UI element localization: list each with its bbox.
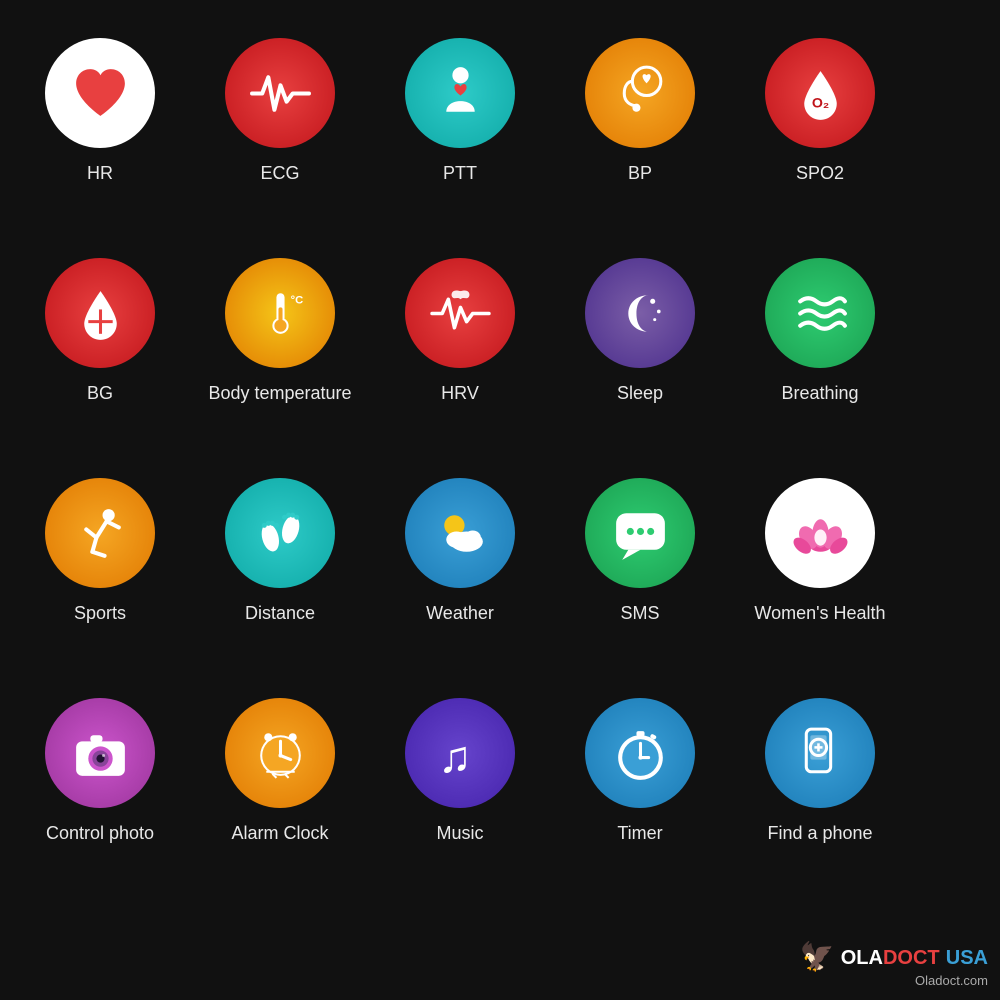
cell-photo: Control photo [10, 680, 190, 900]
timer-icon-circle [585, 698, 695, 808]
hr-icon-circle [45, 38, 155, 148]
sports-icon-circle [45, 478, 155, 588]
hr-label: HR [87, 162, 113, 185]
temp-label: Body temperature [208, 382, 351, 405]
cell-ecg: ECG [190, 20, 370, 240]
cell-bp: BP [550, 20, 730, 240]
ptt-icon-circle [405, 38, 515, 148]
cell-sports: Sports [10, 460, 190, 680]
sleep-label: Sleep [617, 382, 663, 405]
music-icon-circle: ♫ [405, 698, 515, 808]
breathing-label: Breathing [781, 382, 858, 405]
cell-womens: Women's Health [730, 460, 910, 680]
sms-label: SMS [620, 602, 659, 625]
bp-label: BP [628, 162, 652, 185]
sleep-icon-circle [585, 258, 695, 368]
svg-text:O₂: O₂ [811, 95, 828, 111]
cell-hr: HR [10, 20, 190, 240]
cell-hrv: HRV [370, 240, 550, 460]
bg-icon-circle [45, 258, 155, 368]
findphone-icon-circle [765, 698, 875, 808]
watermark: 🦅 OLADOCT USA Oladoct.com [800, 940, 988, 988]
timer-label: Timer [617, 822, 662, 845]
temp-icon-circle: °C [225, 258, 335, 368]
hrv-label: HRV [441, 382, 479, 405]
weather-icon-circle [405, 478, 515, 588]
cell-bg: BG [10, 240, 190, 460]
distance-label: Distance [245, 602, 315, 625]
cell-alarm: Alarm Clock [190, 680, 370, 900]
cell-sms: SMS [550, 460, 730, 680]
cell-findphone: Find a phone [730, 680, 910, 900]
ecg-label: ECG [260, 162, 299, 185]
sms-icon-circle [585, 478, 695, 588]
bp-icon-circle [585, 38, 695, 148]
photo-label: Control photo [46, 822, 154, 845]
sports-label: Sports [74, 602, 126, 625]
breathing-icon-circle [765, 258, 875, 368]
weather-label: Weather [426, 602, 494, 625]
bg-label: BG [87, 382, 113, 405]
music-label: Music [436, 822, 483, 845]
ptt-label: PTT [443, 162, 477, 185]
cell-breathing: Breathing [730, 240, 910, 460]
cell-timer: Timer [550, 680, 730, 900]
findphone-label: Find a phone [767, 822, 872, 845]
spo2-icon-circle: O₂ [765, 38, 875, 148]
cell-spo2: O₂ SPO2 [730, 20, 910, 240]
hrv-icon-circle [405, 258, 515, 368]
cell-distance: Distance [190, 460, 370, 680]
svg-text:°C: °C [290, 294, 303, 306]
alarm-label: Alarm Clock [231, 822, 328, 845]
distance-icon-circle [225, 478, 335, 588]
womens-icon-circle [765, 478, 875, 588]
cell-weather: Weather [370, 460, 550, 680]
ecg-icon-circle [225, 38, 335, 148]
photo-icon-circle [45, 698, 155, 808]
alarm-icon-circle [225, 698, 335, 808]
brand-text: OLADOCT USA [841, 944, 988, 970]
cell-sleep: Sleep [550, 240, 730, 460]
feature-grid: HR ECG PTT [0, 0, 1000, 920]
spo2-label: SPO2 [796, 162, 844, 185]
svg-text:♫: ♫ [438, 732, 472, 781]
cell-music: ♫ Music [370, 680, 550, 900]
cell-temp: °C Body temperature [190, 240, 370, 460]
site-label: Oladoct.com [915, 973, 988, 988]
cell-ptt: PTT [370, 20, 550, 240]
womens-label: Women's Health [754, 602, 885, 625]
